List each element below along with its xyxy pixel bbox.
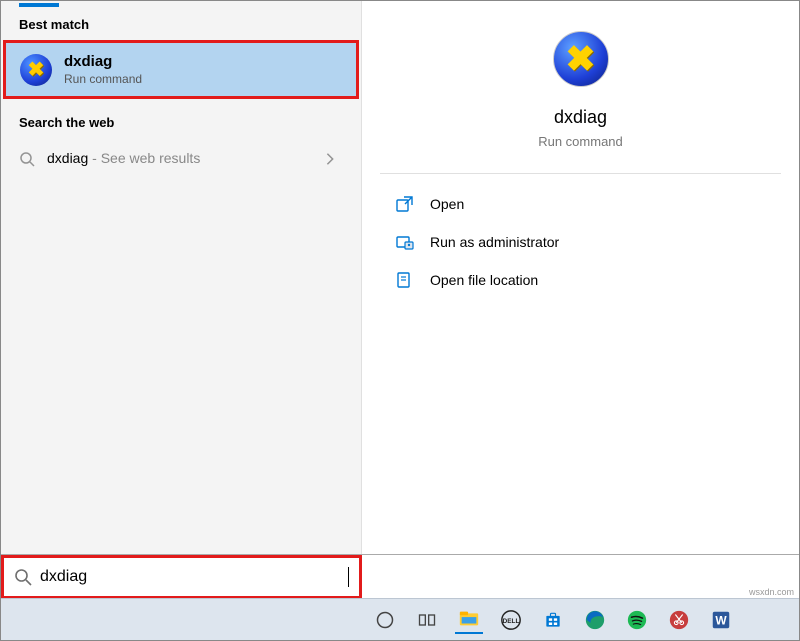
search-input[interactable]: dxdiag: [40, 568, 340, 586]
open-location-icon: [396, 272, 414, 288]
spotify-icon[interactable]: [623, 606, 651, 634]
action-open-location-label: Open file location: [430, 272, 538, 288]
start-search-panel: Best match ✖ dxdiag Run command Search t…: [0, 0, 800, 641]
run-admin-icon: [396, 234, 414, 250]
action-open-label: Open: [430, 196, 464, 212]
snip-icon[interactable]: [665, 606, 693, 634]
action-run-admin-label: Run as administrator: [430, 234, 559, 250]
action-open[interactable]: Open: [396, 192, 799, 216]
best-match-subtitle: Run command: [64, 72, 142, 86]
svg-text:DELL: DELL: [503, 617, 520, 624]
main-area: Best match ✖ dxdiag Run command Search t…: [1, 1, 799, 554]
best-match-text: dxdiag Run command: [64, 53, 142, 86]
text-caret: [348, 567, 349, 587]
chevron-right-icon: [323, 152, 337, 166]
open-icon: [396, 196, 414, 212]
dxdiag-icon: ✖: [20, 54, 52, 86]
search-bar-row: dxdiag: [1, 554, 799, 598]
dxdiag-icon-large: ✖: [553, 31, 609, 87]
web-result-term: dxdiag: [47, 150, 88, 166]
cortana-icon[interactable]: [371, 606, 399, 634]
search-icon: [14, 568, 32, 586]
ms-store-icon[interactable]: [539, 606, 567, 634]
best-match-label: Best match: [1, 7, 361, 40]
file-explorer-icon[interactable]: [455, 606, 483, 634]
dell-icon[interactable]: DELL: [497, 606, 525, 634]
dxdiag-x-glyph-large: ✖: [565, 38, 595, 80]
results-column: Best match ✖ dxdiag Run command Search t…: [1, 1, 362, 554]
dxdiag-x-glyph: ✖: [28, 57, 45, 82]
detail-title: dxdiag: [554, 107, 607, 128]
web-result-dxdiag[interactable]: dxdiag - See web results: [1, 140, 361, 178]
best-match-item-dxdiag[interactable]: ✖ dxdiag Run command: [3, 40, 359, 99]
watermark: wsxdn.com: [749, 587, 794, 597]
action-list: Open Run as administrator Open file loca…: [362, 174, 799, 292]
action-run-admin[interactable]: Run as administrator: [396, 230, 799, 254]
word-icon[interactable]: W: [707, 606, 735, 634]
detail-subtitle: Run command: [538, 134, 623, 149]
search-box[interactable]: dxdiag: [1, 555, 362, 599]
web-result-see: - See web results: [88, 150, 200, 166]
detail-header: ✖ dxdiag Run command: [380, 1, 781, 174]
edge-icon[interactable]: [581, 606, 609, 634]
taskbar: DELL W: [1, 598, 799, 640]
web-result-text: dxdiag - See web results: [47, 150, 200, 168]
svg-text:W: W: [715, 613, 727, 627]
search-icon: [19, 151, 35, 167]
detail-column: ✖ dxdiag Run command Open Run as adminis…: [362, 1, 799, 554]
task-view-icon[interactable]: [413, 606, 441, 634]
action-open-location[interactable]: Open file location: [396, 268, 799, 292]
search-web-label: Search the web: [1, 99, 361, 140]
best-match-title: dxdiag: [64, 53, 142, 70]
